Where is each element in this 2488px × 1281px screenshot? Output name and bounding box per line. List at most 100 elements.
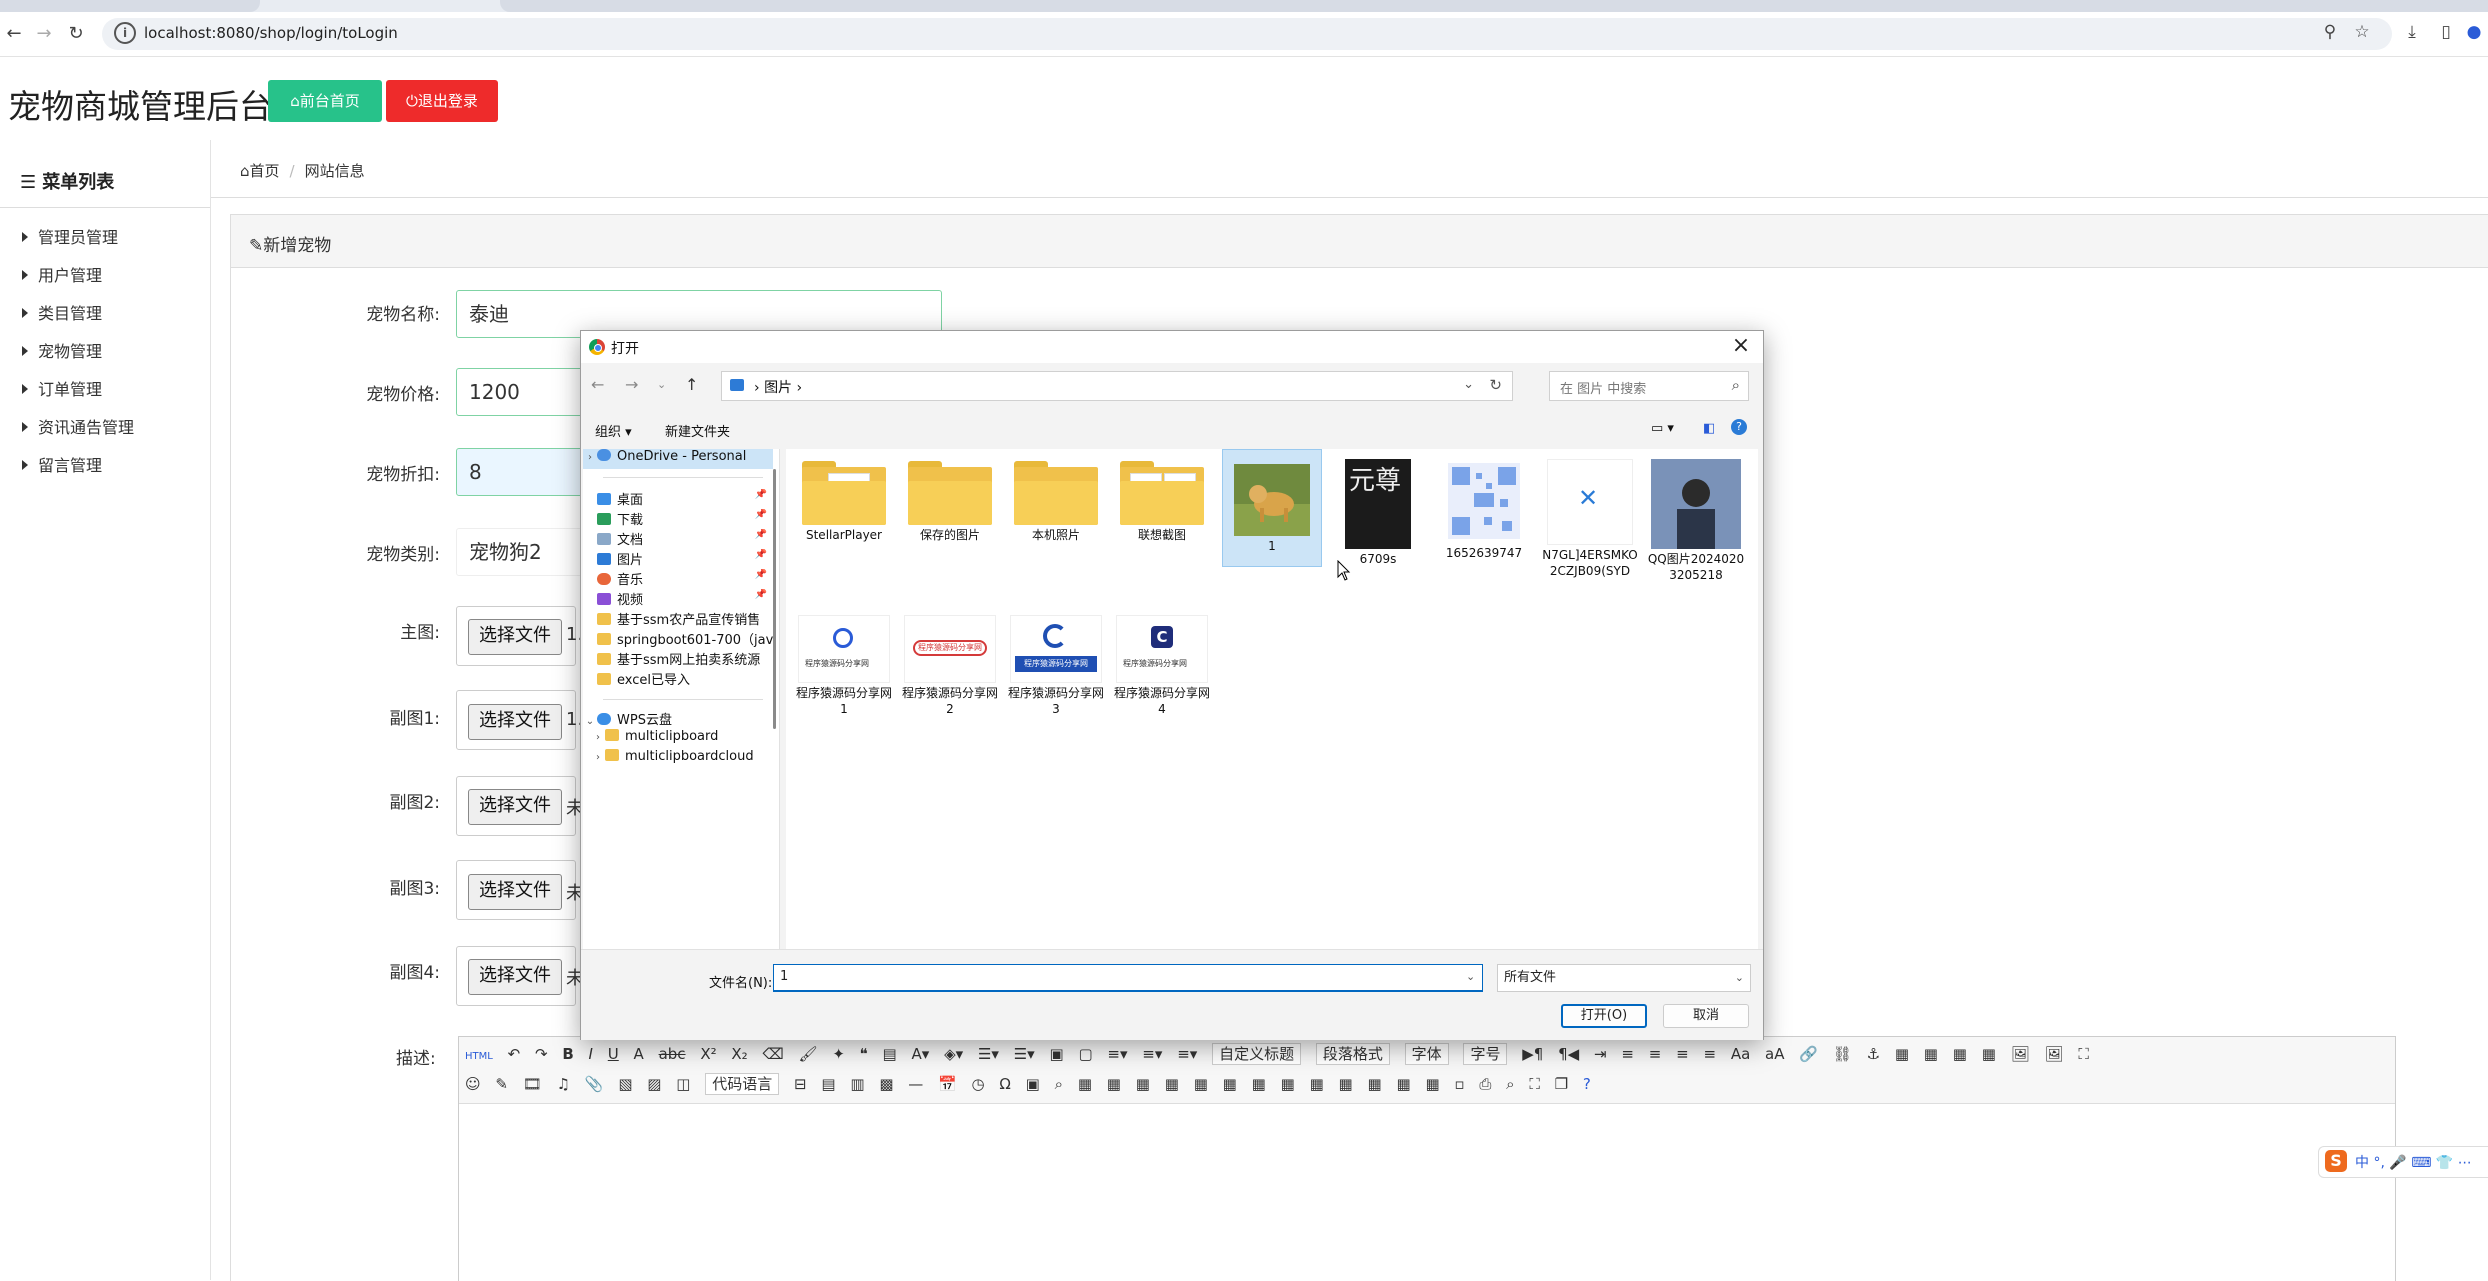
address-bar[interactable]: i localhost:8080/shop/login/toLogin [102, 18, 2392, 50]
file-item-image[interactable]: QQ图片20240203205218 [1646, 453, 1746, 583]
sidebar-item-news[interactable]: 资讯通告管理 [22, 414, 134, 438]
insert-col-icon[interactable]: ▦ [1223, 1075, 1237, 1093]
nav-downloads[interactable]: 下载 📌 [583, 509, 773, 529]
main-image-choose-button[interactable]: 选择文件 [468, 619, 562, 655]
music-icon[interactable]: ♫ [557, 1075, 570, 1093]
italic-icon[interactable]: I [589, 1045, 593, 1063]
clear-format-icon[interactable]: ⌫ [762, 1045, 783, 1063]
file-item-image-selected[interactable]: 1 [1222, 449, 1322, 567]
merge-down-icon[interactable]: ▦ [1339, 1075, 1353, 1093]
open-button[interactable]: 打开(O) [1561, 1004, 1647, 1028]
sidepanel-icon[interactable]: ▯ [2434, 22, 2458, 42]
back-icon[interactable]: ← [591, 375, 604, 394]
sidebar-item-users[interactable]: 用户管理 [22, 262, 102, 286]
path-pictures[interactable]: 图片 [764, 380, 792, 396]
row-spacing-top-icon[interactable]: ≡▾ [1107, 1045, 1127, 1063]
split-cells-icon[interactable]: ▦ [1368, 1075, 1382, 1093]
charts-icon[interactable]: ▫ [1454, 1075, 1464, 1093]
map-icon[interactable]: ▧ [618, 1075, 632, 1093]
row-spacing-bottom-icon[interactable]: ≡▾ [1142, 1045, 1162, 1063]
sub-image2-choose-button[interactable]: 选择文件 [468, 789, 562, 825]
font-color-icon[interactable]: A▾ [912, 1045, 930, 1063]
split-rows-icon[interactable]: ▦ [1396, 1075, 1410, 1093]
insert-para-before-table-icon[interactable]: ▦ [1136, 1075, 1150, 1093]
recent-chevron-icon[interactable]: ⌄ [657, 378, 666, 391]
underline-icon[interactable]: U [608, 1045, 619, 1063]
nav-folder-3[interactable]: 基于ssm网上拍卖系统源 [583, 649, 773, 669]
blockquote-icon[interactable]: ❝ [860, 1045, 868, 1063]
breadcrumb-home[interactable]: 首页 [250, 162, 280, 180]
ime-status-items[interactable]: 中 °, 🎤 ⌨ 👕 ⋯ [2355, 1152, 2472, 1172]
file-item-folder[interactable]: 联想截图 [1112, 453, 1212, 543]
align-left-icon[interactable]: ≡ [1621, 1045, 1634, 1063]
drafts-icon[interactable]: ⛶ [1529, 1075, 1540, 1093]
sub-image1-choose-button[interactable]: 选择文件 [468, 704, 562, 740]
preview-icon[interactable]: ⌕ [1506, 1075, 1514, 1093]
auto-format-icon[interactable]: ✦ [832, 1045, 845, 1063]
up-icon[interactable]: ↑ [685, 375, 698, 394]
file-item-image[interactable]: 程序猿源码分享网 程序猿源码分享网3 [1006, 609, 1106, 717]
attachment-icon[interactable]: 📎 [585, 1075, 604, 1093]
sub-image3-choose-button[interactable]: 选择文件 [468, 874, 562, 910]
nav-folder-2[interactable]: springboot601-700（jav [583, 629, 773, 649]
emotion-icon[interactable]: ☺ [465, 1075, 481, 1093]
ime-toolbar[interactable]: S 中 °, 🎤 ⌨ 👕 ⋯ [2318, 1146, 2488, 1178]
font-border-icon[interactable]: A [634, 1045, 644, 1063]
multi-image-icon[interactable]: 🖼 [2045, 1045, 2064, 1063]
pet-discount-input[interactable]: 8 [456, 448, 586, 496]
font-family-select[interactable]: 字体 [1404, 1043, 1449, 1065]
font-size-select[interactable]: 字号 [1463, 1043, 1508, 1065]
wordimage-icon[interactable]: ▩ [879, 1075, 893, 1093]
back-color-icon[interactable]: ◈▾ [944, 1045, 963, 1063]
sidebar-item-admin[interactable]: 管理员管理 [22, 224, 118, 248]
file-item-image[interactable]: 程序猿源码分享网 程序猿源码分享网1 [794, 609, 894, 717]
nav-wps-cloud[interactable]: ⌄ WPS云盘 [583, 709, 773, 729]
nav-folder-4[interactable]: excel已导入 [583, 669, 773, 689]
paragraph-format-select[interactable]: 段落格式 [1315, 1043, 1390, 1065]
indent-icon[interactable]: ⇥ [1594, 1045, 1607, 1063]
nav-folder-1[interactable]: 基于ssm农产品宣传销售 [583, 609, 773, 629]
insert-table-icon[interactable]: ▦ [1078, 1075, 1092, 1093]
refresh-icon[interactable]: ↻ [1489, 376, 1502, 394]
pet-price-input[interactable]: 1200 [456, 368, 586, 416]
close-icon[interactable]: × [1727, 333, 1755, 358]
file-item-image[interactable]: 1652639747 [1434, 453, 1534, 561]
profile-icon[interactable]: ● [2462, 22, 2486, 42]
organize-menu[interactable]: 组织 ▾ [595, 421, 632, 440]
front-home-button[interactable]: ⌂前台首页 [268, 80, 382, 122]
align-right-icon[interactable]: ≡ [1676, 1045, 1689, 1063]
view-options-icon[interactable]: ▭ ▾ [1651, 421, 1674, 436]
file-item-folder[interactable]: StellarPlayer [794, 453, 894, 543]
nav-documents[interactable]: 文档 📌 [583, 529, 773, 549]
nav-multiclipboardcloud[interactable]: › multiclipboardcloud [591, 749, 781, 769]
custom-title-select[interactable]: 自定义标题 [1212, 1043, 1302, 1065]
file-item-image[interactable]: 元尊 6709s [1328, 453, 1428, 567]
dialog-address-bar[interactable]: › 图片 › ⌄ ↻ [721, 371, 1513, 401]
nav-onedrive[interactable]: › OneDrive - Personal [583, 449, 773, 469]
browser-tab[interactable] [0, 0, 260, 12]
sidebar-item-orders[interactable]: 订单管理 [22, 376, 102, 400]
page-break-icon[interactable]: ⊟ [794, 1075, 807, 1093]
to-lowercase-icon[interactable]: aA [1765, 1045, 1784, 1063]
image-left-icon[interactable]: ▦ [1924, 1045, 1938, 1063]
copy-icon[interactable]: ❐ [1555, 1075, 1568, 1093]
fullscreen-icon[interactable]: ⛶ [2078, 1045, 2089, 1063]
clear-doc-icon[interactable]: ▢ [1078, 1045, 1092, 1063]
split-cols-icon[interactable]: ▦ [1425, 1075, 1439, 1093]
print-icon[interactable]: ⎙ [1479, 1075, 1491, 1093]
nav-videos[interactable]: 视频 📌 [583, 589, 773, 609]
nav-desktop[interactable]: 桌面 📌 [583, 489, 773, 509]
path-chevron[interactable]: › [797, 380, 803, 396]
chevron-down-icon[interactable]: ⌄ [1463, 377, 1474, 392]
insert-image-icon[interactable]: 🖼 [2011, 1045, 2030, 1063]
logout-button[interactable]: ⏻退出登录 [386, 80, 498, 122]
help-icon[interactable]: ? [1731, 419, 1747, 435]
dialog-search-box[interactable]: 在 图片 中搜索 ⌕ [1549, 371, 1749, 401]
redo-icon[interactable]: ↷ [535, 1045, 548, 1063]
merge-right-icon[interactable]: ▦ [1310, 1075, 1324, 1093]
file-item-image[interactable]: C 程序猿源码分享网 程序猿源码分享网4 [1112, 609, 1212, 717]
align-center-icon[interactable]: ≡ [1649, 1045, 1662, 1063]
subscript-icon[interactable]: X₂ [731, 1045, 747, 1063]
background-icon[interactable]: ▤ [821, 1075, 835, 1093]
gmap-icon[interactable]: ▨ [647, 1075, 661, 1093]
